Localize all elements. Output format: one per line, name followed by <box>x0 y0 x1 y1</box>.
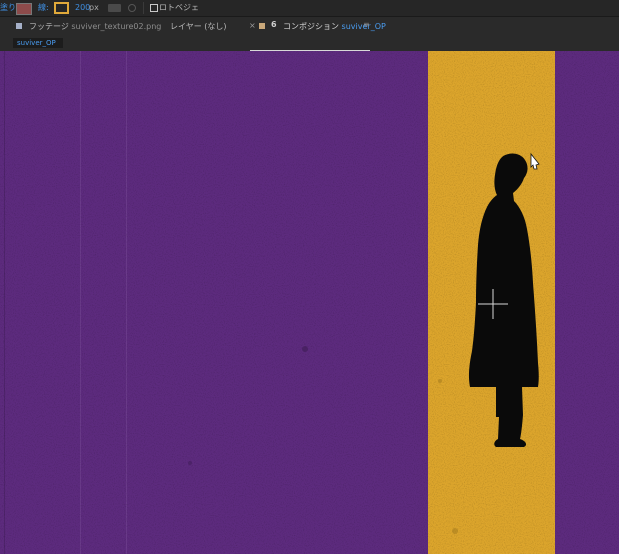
stroke-swatch-icon[interactable] <box>54 2 69 14</box>
composition-viewer[interactable] <box>0 51 619 554</box>
tool-options-bar: 塗り: 線: 200 px ロトベジェ <box>0 0 619 17</box>
rotobezier-checkbox[interactable] <box>150 4 158 12</box>
rotobezier-label: ロトベジェ <box>159 3 199 12</box>
stroke-width-value[interactable]: 200 <box>75 0 90 16</box>
comp-tab-prefix: コンポジション <box>283 22 339 31</box>
fill-swatch-icon[interactable] <box>16 3 32 15</box>
panel-menu-icon[interactable]: ≡ <box>363 20 370 29</box>
close-icon[interactable]: × <box>249 21 256 30</box>
stroke-width-unit: px <box>89 3 99 12</box>
footage-tab-prefix: フッテージ <box>29 22 69 31</box>
pen-cursor-icon <box>530 153 540 170</box>
stroke-label: 線: <box>38 3 49 12</box>
comp-navigator-tab[interactable]: suviver_OP <box>13 38 63 48</box>
tab-layer[interactable]: レイヤー (なし) <box>170 21 227 32</box>
stroke-options-button[interactable] <box>108 4 121 12</box>
tab-composition[interactable]: コンポジション suviver_OP <box>283 21 386 32</box>
panel-tab-bar: フッテージ suviver_texture02.png レイヤー (なし) × … <box>0 17 619 51</box>
separator <box>143 2 144 14</box>
stroke-option-icon[interactable] <box>128 4 136 12</box>
footage-tab-name: suviver_texture02.png <box>71 22 162 31</box>
lock-icon[interactable]: 6 <box>271 20 277 29</box>
footage-icon <box>16 23 22 29</box>
composition-icon <box>259 23 265 29</box>
anchor-crosshair-icon[interactable] <box>478 289 508 319</box>
tab-footage[interactable]: フッテージ suviver_texture02.png <box>29 21 161 32</box>
